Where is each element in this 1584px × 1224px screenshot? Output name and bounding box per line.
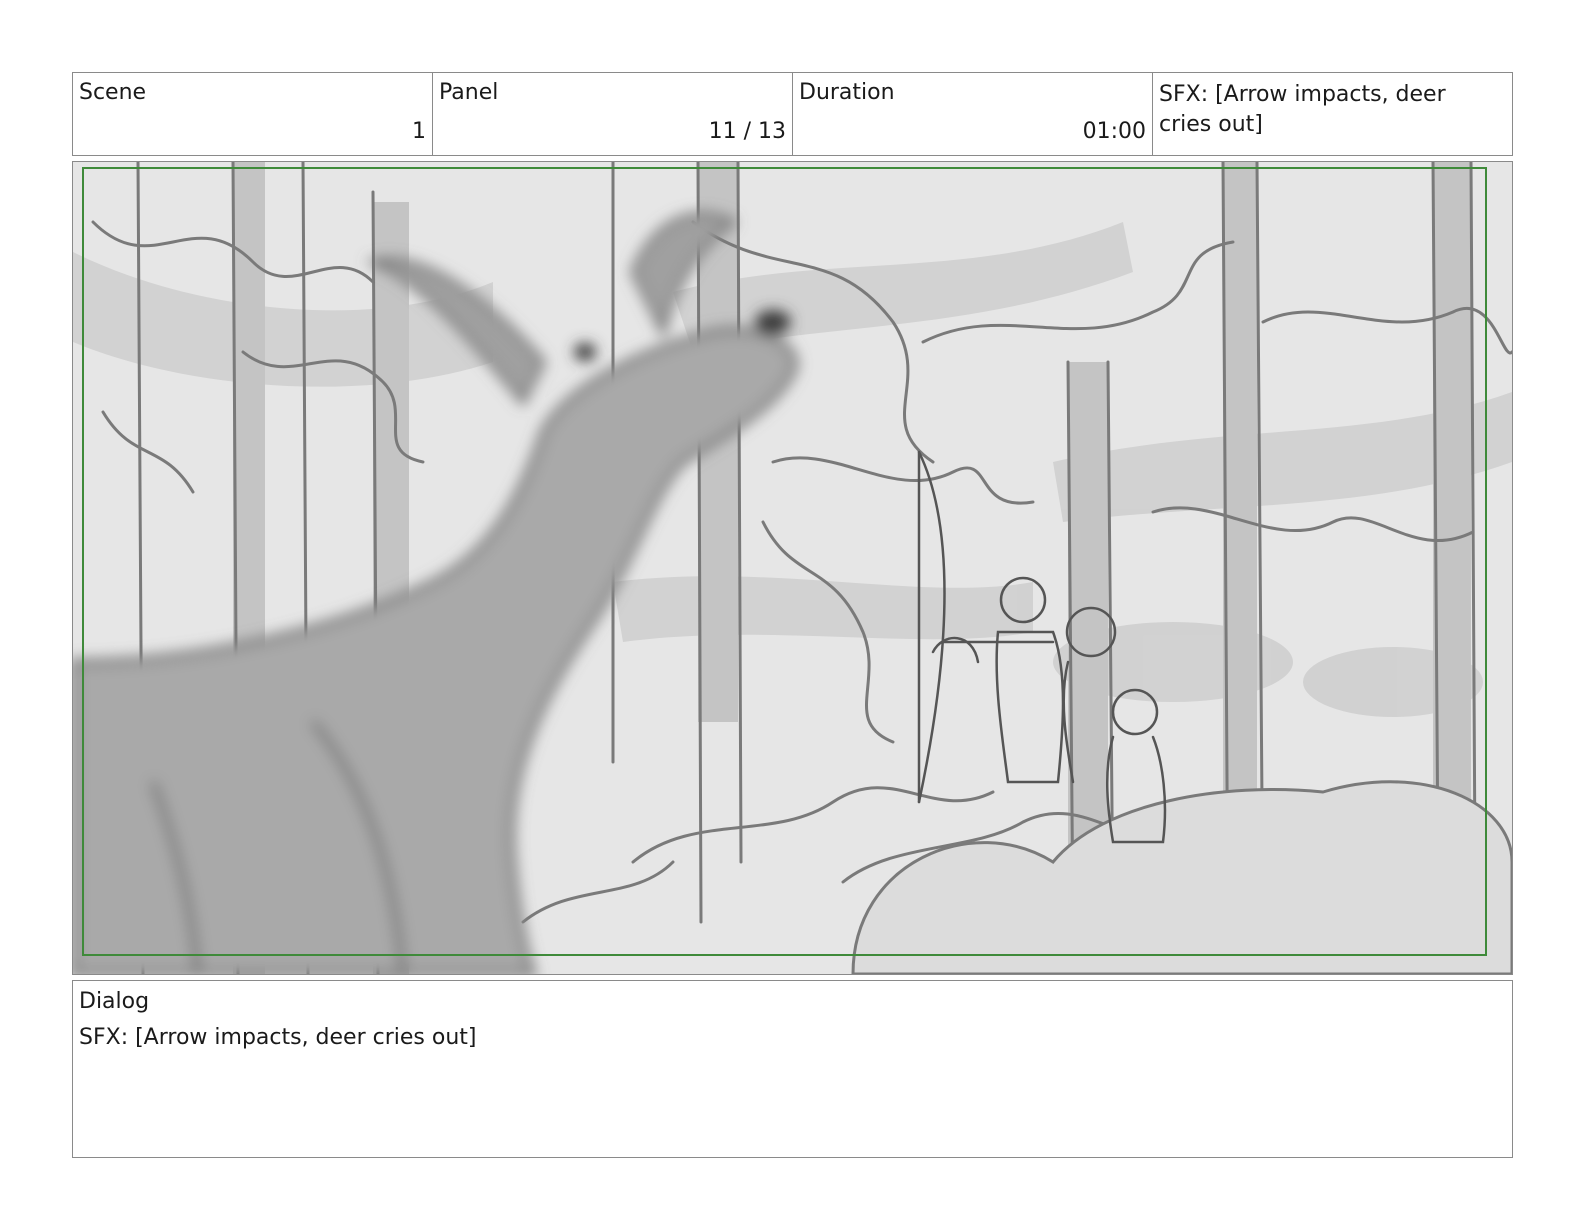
duration-label: Duration — [799, 80, 895, 105]
dialog-box: Dialog SFX: [Arrow impacts, deer cries o… — [72, 980, 1513, 1158]
notes-text: SFX: [Arrow impacts, deer cries out] — [1159, 82, 1446, 137]
panel-number: 11 / 13 — [708, 119, 786, 144]
panel-label: Panel — [439, 80, 499, 105]
scene-label: Scene — [79, 80, 147, 105]
duration-cell: Duration 01:00 — [793, 73, 1153, 155]
notes-cell: SFX: [Arrow impacts, deer cries out] — [1153, 73, 1512, 155]
panel-info-header: Scene 1 Panel 11 / 13 Duration 01:00 SFX… — [72, 72, 1513, 156]
dialog-text: SFX: [Arrow impacts, deer cries out] — [79, 1025, 477, 1050]
panel-cell: Panel 11 / 13 — [433, 73, 793, 155]
dialog-label: Dialog — [79, 989, 150, 1014]
duration-value: 01:00 — [1082, 119, 1146, 144]
storyboard-frame — [72, 161, 1513, 975]
storyboard-sketch-image — [73, 162, 1512, 974]
scene-number: 1 — [412, 119, 426, 144]
scene-cell: Scene 1 — [73, 73, 433, 155]
